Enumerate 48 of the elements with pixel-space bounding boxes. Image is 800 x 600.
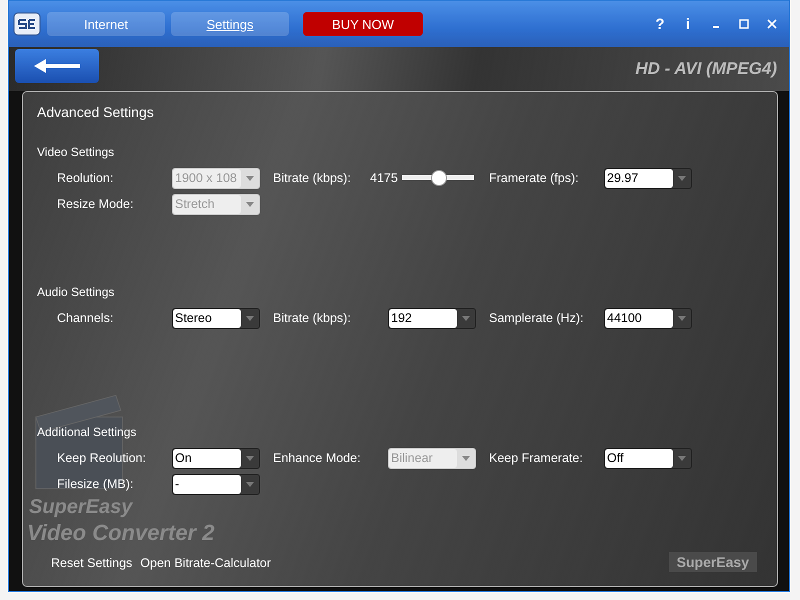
- field-label: Keep Framerate:: [489, 451, 584, 465]
- field-label: Bitrate (kbps):: [273, 171, 352, 185]
- back-arrow-icon: [32, 57, 82, 75]
- dropdown[interactable]: 192: [388, 308, 476, 328]
- field-label: Reolution:: [57, 171, 114, 185]
- caret-icon: [246, 176, 254, 180]
- artwork-text: Video Converter 2: [27, 520, 214, 546]
- link[interactable]: Open Bitrate-Calculator: [140, 556, 271, 570]
- caret-icon: [246, 316, 254, 320]
- field-label: Resize Mode:: [57, 197, 134, 211]
- section-title: Additional Settings: [37, 425, 138, 439]
- dropdown[interactable]: On: [172, 448, 260, 468]
- profile-title: HD - AVI (MPEG4): [635, 59, 777, 79]
- title-button[interactable]: i: [677, 16, 699, 32]
- panel-title: Advanced Settings: [37, 104, 155, 120]
- caret-icon: [678, 456, 686, 460]
- section-title: Audio Settings: [37, 285, 116, 299]
- maximize-icon[interactable]: [739, 19, 749, 29]
- field-label: Channels:: [57, 311, 114, 325]
- field-label: Bitrate (kbps):: [273, 311, 352, 325]
- caret-icon: [246, 456, 254, 460]
- link[interactable]: Reset Settings: [51, 556, 132, 570]
- back-button[interactable]: [15, 49, 99, 83]
- caret-icon: [246, 202, 254, 206]
- field-label: Keep Reolution:: [57, 451, 147, 465]
- field-label: Enhance Mode:: [273, 451, 362, 465]
- slider-value: 4175: [370, 171, 399, 185]
- caret-icon: [462, 316, 470, 320]
- caret-icon: [462, 456, 470, 460]
- dropdown[interactable]: 29.97: [604, 168, 692, 188]
- brand-logo: SuperEasy: [668, 552, 757, 572]
- dropdown[interactable]: -: [172, 474, 260, 494]
- caret-icon: [246, 482, 254, 486]
- slider-thumb[interactable]: [431, 170, 448, 186]
- field-label: Framerate (fps):: [489, 171, 580, 185]
- close-icon[interactable]: [767, 19, 777, 29]
- field-label: Filesize (MB):: [57, 477, 134, 491]
- buy-now-button[interactable]: BUY NOW: [303, 12, 423, 36]
- caret-icon: [678, 176, 686, 180]
- dropdown[interactable]: Stereo: [172, 308, 260, 328]
- artwork-text: SuperEasy: [29, 496, 132, 519]
- title-button[interactable]: ?: [649, 16, 671, 32]
- dropdown[interactable]: Off: [604, 448, 692, 468]
- dropdown[interactable]: 44100: [604, 308, 692, 328]
- caret-icon: [678, 316, 686, 320]
- section-title: Video Settings: [37, 145, 116, 159]
- logo-icon: [13, 12, 41, 36]
- field-label: Samplerate (Hz):: [489, 311, 584, 325]
